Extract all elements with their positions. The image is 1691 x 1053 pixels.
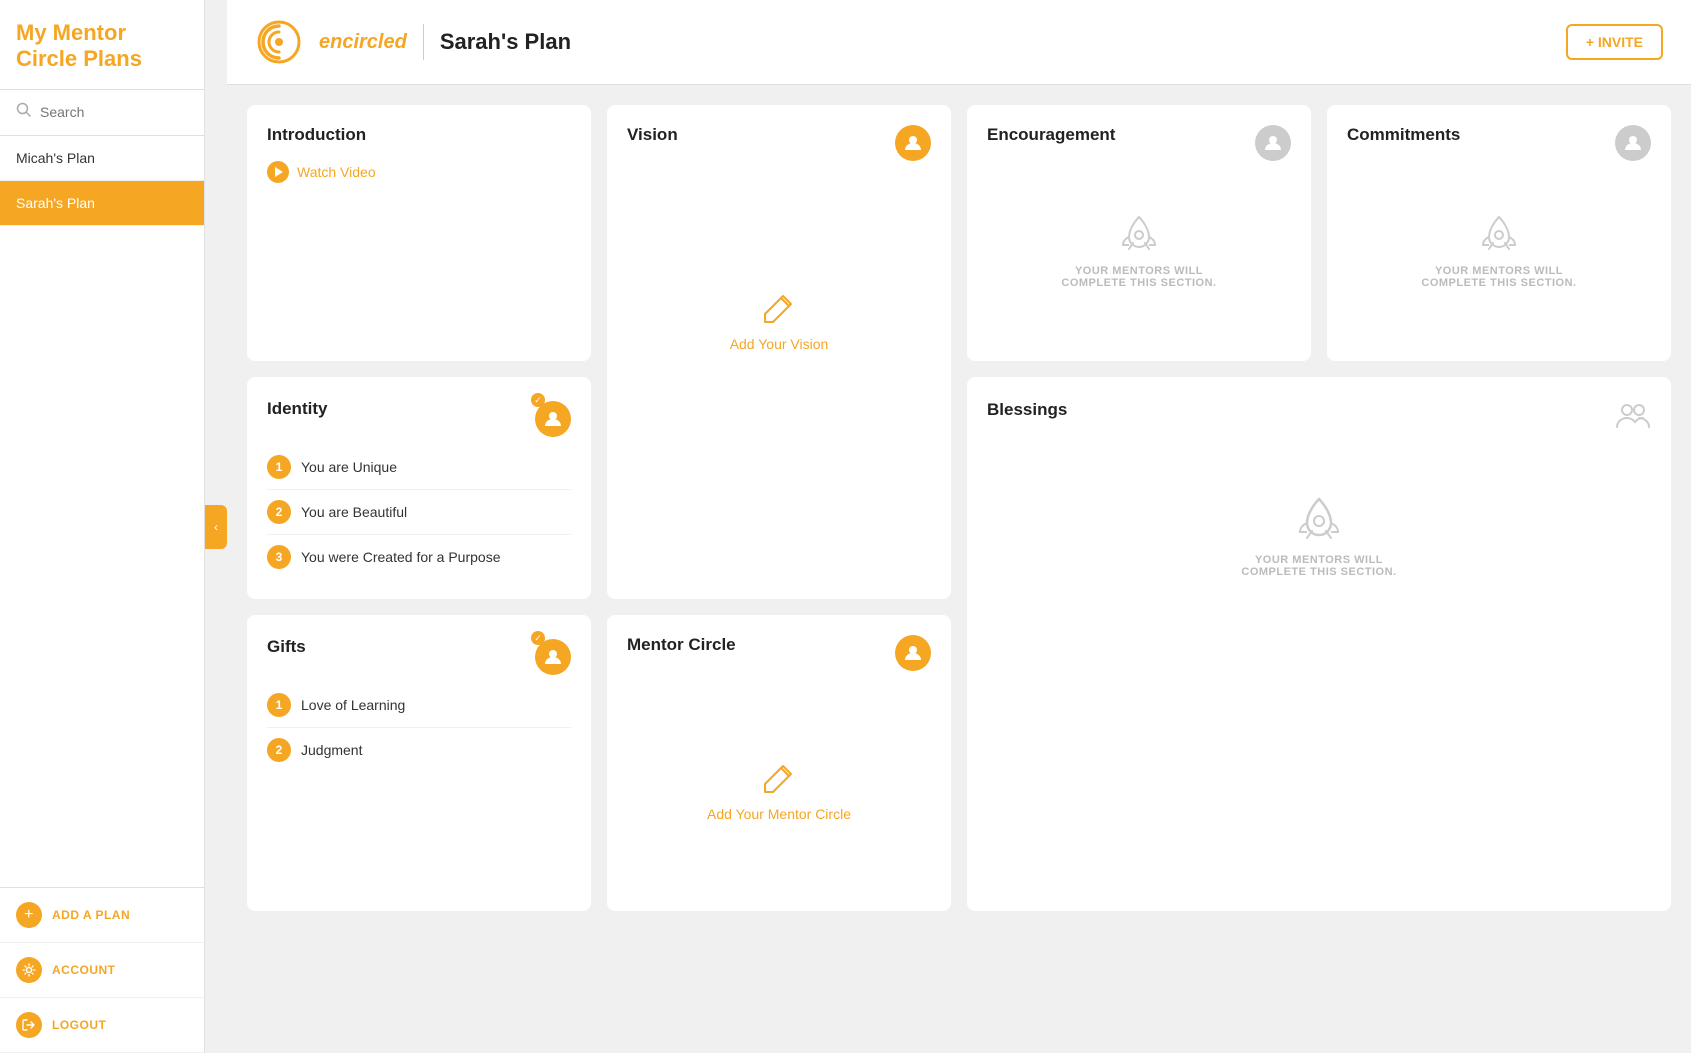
encouragement-placeholder: YOUR MENTORS WILL COMPLETE THIS SECTION. (987, 161, 1291, 341)
mentor-circle-add-area: Add Your Mentor Circle (627, 691, 931, 891)
commitments-mentor-text: YOUR MENTORS WILL COMPLETE THIS SECTION. (1421, 265, 1576, 289)
encircled-logo (255, 18, 303, 66)
cards-grid: Introduction Watch Video Vision (227, 85, 1691, 931)
gifts-card-title: Gifts (267, 637, 306, 657)
identity-card: Identity ✓ 1 You are Unique (247, 377, 591, 599)
identity-avatar-wrapper: ✓ (535, 397, 571, 437)
identity-item-3[interactable]: 3 You were Created for a Purpose (267, 535, 571, 579)
mentor-circle-avatar (895, 635, 931, 671)
search-icon (16, 102, 32, 123)
edit-icon-mentor (761, 760, 797, 796)
account-button[interactable]: ACCOUNT (0, 943, 204, 998)
blessings-card-title: Blessings (987, 400, 1067, 420)
commitments-placeholder: YOUR MENTORS WILL COMPLETE THIS SECTION. (1347, 161, 1651, 341)
plan-list: Micah's Plan Sarah's Plan (0, 136, 204, 226)
search-input[interactable] (40, 104, 188, 120)
identity-item-2[interactable]: 2 You are Beautiful (267, 490, 571, 535)
logout-icon (16, 1012, 42, 1038)
introduction-card-title: Introduction (267, 125, 571, 145)
gifts-item-number-1: 1 (267, 693, 291, 717)
identity-avatar (535, 401, 571, 437)
logo-divider (423, 24, 424, 60)
commitments-avatar (1615, 125, 1651, 161)
gifts-items-list: 1 Love of Learning 2 Judgment (267, 683, 571, 772)
rocket-icon (1119, 213, 1159, 253)
gifts-item-number-2: 2 (267, 738, 291, 762)
logout-button[interactable]: LOGOUT (0, 998, 204, 1053)
identity-item-1[interactable]: 1 You are Unique (267, 445, 571, 490)
identity-item-label-1: You are Unique (301, 459, 397, 475)
introduction-card: Introduction Watch Video (247, 105, 591, 361)
collapse-sidebar-button[interactable]: ‹ (205, 505, 227, 549)
blessings-mentor-text: YOUR MENTORS WILL COMPLETE THIS SECTION. (1241, 554, 1396, 578)
sidebar-header: My Mentor Circle Plans (0, 0, 204, 90)
mentor-circle-card: Mentor Circle Add Your Mentor Circle (607, 615, 951, 911)
identity-card-title: Identity (267, 399, 327, 419)
vision-card-title: Vision (627, 125, 678, 145)
sidebar-bottom: + ADD A PLAN ACCOUNT LOGOUT (0, 887, 204, 1053)
sidebar-item-sarahs-plan[interactable]: Sarah's Plan (0, 181, 204, 226)
identity-item-number-1: 1 (267, 455, 291, 479)
gifts-avatar-wrapper: ✓ (535, 635, 571, 675)
watch-video-link[interactable]: Watch Video (267, 161, 571, 183)
add-plan-button[interactable]: + ADD A PLAN (0, 888, 204, 943)
gifts-card: Gifts ✓ 1 Love of Learning (247, 615, 591, 911)
identity-item-label-2: You are Beautiful (301, 504, 407, 520)
gear-icon (16, 957, 42, 983)
blessings-group-icon (1615, 397, 1651, 438)
rocket-icon-2 (1479, 213, 1519, 253)
gifts-item-label-2: Judgment (301, 742, 362, 758)
encouragement-card: Encouragement YOUR MENTORS WILL COMPLETE… (967, 105, 1311, 361)
gifts-item-label-1: Love of Learning (301, 697, 405, 713)
vision-avatar (895, 125, 931, 161)
gifts-avatar (535, 639, 571, 675)
vision-card: Vision Add Your Vision (607, 105, 951, 599)
add-plan-icon: + (16, 902, 42, 928)
play-icon (267, 161, 289, 183)
encouragement-card-title: Encouragement (987, 125, 1115, 145)
commitments-card-title: Commitments (1347, 125, 1460, 145)
rocket-icon-blessings (1295, 494, 1343, 542)
sidebar-title: My Mentor Circle Plans (16, 20, 188, 73)
logo-area: encircled Sarah's Plan (255, 18, 571, 66)
sidebar-item-micahs-plan[interactable]: Micah's Plan (0, 136, 204, 181)
identity-item-number-3: 3 (267, 545, 291, 569)
vision-add-area: Add Your Vision (627, 221, 931, 421)
mentor-circle-card-title: Mentor Circle (627, 635, 736, 655)
commitments-card: Commitments YOUR MENTORS WILL COMPLETE T… (1327, 105, 1671, 361)
plan-title: Sarah's Plan (440, 29, 571, 55)
identity-item-label-3: You were Created for a Purpose (301, 549, 501, 565)
add-vision-label[interactable]: Add Your Vision (730, 336, 829, 352)
logo-wordmark: encircled (319, 31, 407, 54)
add-mentor-circle-label[interactable]: Add Your Mentor Circle (707, 806, 851, 822)
invite-button[interactable]: + INVITE (1566, 24, 1663, 60)
sidebar: My Mentor Circle Plans Micah's Plan Sara… (0, 0, 205, 1053)
identity-item-number-2: 2 (267, 500, 291, 524)
edit-icon (761, 290, 797, 326)
identity-items-list: 1 You are Unique 2 You are Beautiful 3 Y… (267, 445, 571, 579)
encouragement-avatar (1255, 125, 1291, 161)
gifts-item-2[interactable]: 2 Judgment (267, 728, 571, 772)
blessings-card: Blessings YOUR MENTORS W (967, 377, 1671, 911)
blessings-placeholder: YOUR MENTORS WILL COMPLETE THIS SECTION. (987, 446, 1651, 626)
top-header: encircled Sarah's Plan + INVITE (227, 0, 1691, 85)
main-content: encircled Sarah's Plan + INVITE Introduc… (227, 0, 1691, 1053)
sidebar-search-area (0, 90, 204, 136)
encouragement-mentor-text: YOUR MENTORS WILL COMPLETE THIS SECTION. (1061, 265, 1216, 289)
gifts-item-1[interactable]: 1 Love of Learning (267, 683, 571, 728)
